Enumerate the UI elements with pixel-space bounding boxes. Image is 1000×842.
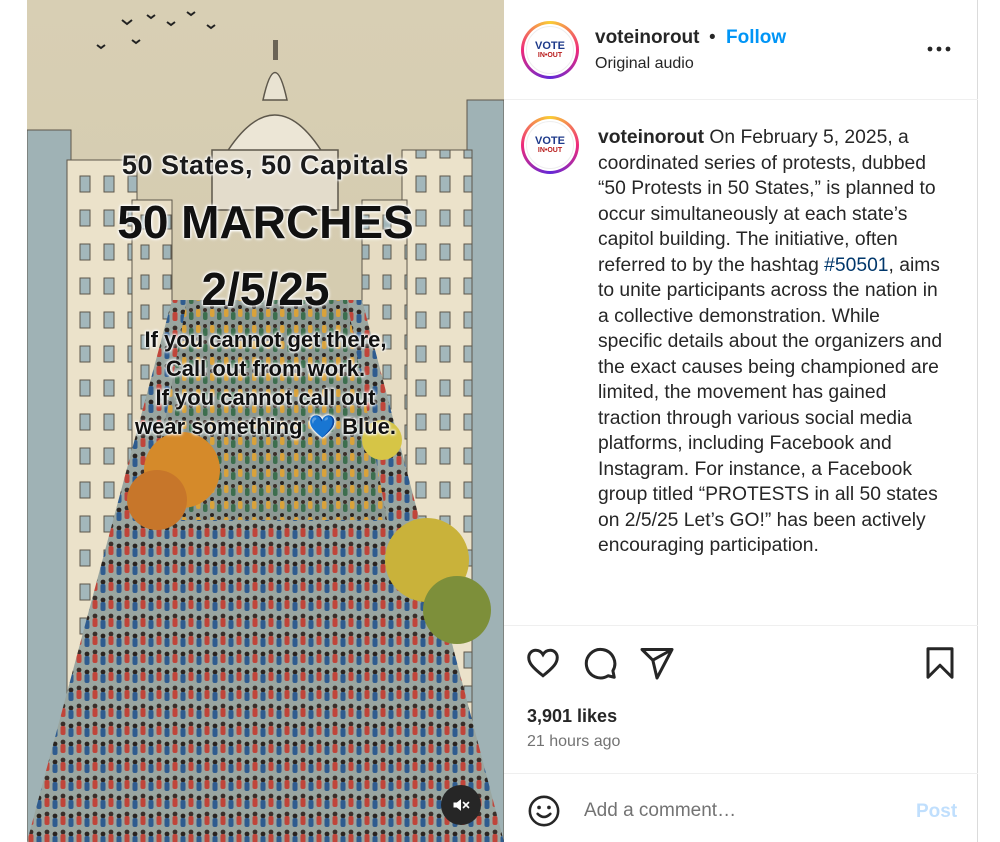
poster-date: 2/5/25	[201, 263, 330, 315]
comment-icon[interactable]	[582, 645, 618, 681]
bookmark-icon[interactable]	[922, 645, 958, 681]
poster-cta: If you cannot get there, Call out from w…	[27, 325, 504, 441]
emoji-icon[interactable]	[527, 794, 561, 828]
caption-username[interactable]: voteinorout	[598, 127, 704, 148]
poster-cta-text: Blue.	[342, 414, 396, 439]
post-button[interactable]: Post	[916, 801, 957, 823]
post-header: VOTE IN•OUT voteinorout • Follow Origina…	[504, 0, 978, 100]
post-media[interactable]: 50 States, 50 Capitals 50 MARCHES 2/5/25…	[27, 0, 504, 842]
caption-section: VOTE IN•OUT voteinorout On February 5, 2…	[504, 100, 978, 626]
like-count[interactable]: 3,901 likes	[527, 706, 617, 727]
avatar-logo-subtext: IN•OUT	[537, 52, 563, 59]
username-link[interactable]: voteinorout	[595, 27, 700, 49]
post-time[interactable]: 21 hours ago	[527, 733, 620, 751]
comment-bar: Post	[504, 773, 978, 842]
comment-input[interactable]	[584, 800, 884, 822]
hashtag-link[interactable]: #50501	[824, 255, 888, 276]
poster-cta-text: wear something	[135, 414, 303, 439]
poster-title: 50 MARCHES	[117, 196, 414, 248]
audio-link[interactable]: Original audio	[595, 55, 694, 73]
post-panel: VOTE IN•OUT voteinorout • Follow Origina…	[504, 0, 978, 842]
avatar[interactable]: VOTE IN•OUT	[521, 21, 579, 79]
more-icon[interactable]	[924, 34, 954, 64]
poster-text: 50 States, 50 Capitals 50 MARCHES 2/5/25…	[27, 0, 504, 842]
poster-headline: 50 States, 50 Capitals	[121, 150, 410, 180]
poster-cta-line: wear something 💙 Blue.	[27, 412, 504, 441]
caption-body: On February 5, 2025, a coordinated serie…	[598, 127, 936, 276]
caption-body: , aims to unite participants across the …	[598, 254, 943, 557]
caption-text: voteinorout On February 5, 2025, a coord…	[598, 125, 948, 559]
poster-cta-line: If you cannot call out	[155, 385, 376, 410]
separator-dot: •	[709, 27, 716, 48]
avatar-logo-text: VOTE	[535, 135, 565, 147]
action-bar	[504, 627, 978, 699]
blue-heart-emoji: 💙	[308, 414, 337, 439]
follow-button[interactable]: Follow	[726, 27, 786, 49]
avatar-logo-subtext: IN•OUT	[537, 147, 563, 154]
muted-speaker-icon	[453, 799, 470, 811]
mute-button[interactable]	[441, 785, 481, 825]
caption-avatar[interactable]: VOTE IN•OUT	[521, 116, 579, 174]
share-icon[interactable]	[639, 645, 675, 681]
poster-cta-line: If you cannot get there,	[144, 327, 387, 352]
poster-cta-line: Call out from work.	[165, 356, 366, 381]
avatar-logo-text: VOTE	[535, 40, 565, 52]
heart-icon[interactable]	[525, 645, 561, 681]
